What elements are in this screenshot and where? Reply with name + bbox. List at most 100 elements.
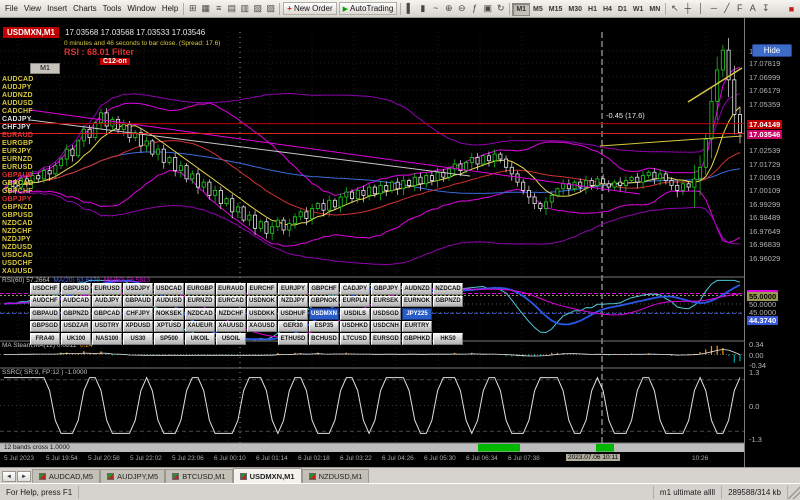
menu-insert[interactable]: Insert bbox=[44, 2, 70, 15]
line-chart-icon[interactable]: ~ bbox=[429, 1, 442, 15]
watchlist-item-eurnzd[interactable]: EURNZD bbox=[2, 156, 64, 164]
matrix-cell-cadjpy[interactable]: CADJPY bbox=[340, 283, 370, 295]
watchlist-item-eurusd[interactable]: EURUSD bbox=[2, 164, 64, 172]
strategy-tester-icon[interactable]: ▧ bbox=[264, 2, 277, 16]
timeframe-h1-button[interactable]: H1 bbox=[585, 4, 600, 15]
data-window-icon[interactable]: ▤ bbox=[225, 2, 238, 16]
horizontal-line-icon[interactable]: ─ bbox=[707, 1, 720, 15]
cursor-icon[interactable]: ↖ bbox=[668, 2, 681, 16]
tabs-scroll-right[interactable]: ► bbox=[17, 471, 31, 482]
watchlist-item-euraud[interactable]: EURAUD bbox=[2, 132, 64, 140]
matrix-cell-xaueur[interactable]: XAUEUR bbox=[185, 321, 215, 333]
matrix-cell-eurgbp[interactable]: EURGBP bbox=[185, 283, 215, 295]
matrix-cell-eursgd[interactable]: EURSGD bbox=[371, 333, 401, 345]
chart-tab-audjpy-m5[interactable]: AUDJPY,M5 bbox=[100, 469, 165, 483]
matrix-cell-nzdcad[interactable]: NZDCAD bbox=[185, 308, 215, 320]
alert-icon[interactable]: ■ bbox=[785, 2, 798, 16]
matrix-cell-usdmxn[interactable]: USDMXN bbox=[309, 308, 339, 320]
chart-tab-nzdusd-m1[interactable]: NZDUSD,M1 bbox=[302, 469, 370, 483]
matrix-cell-ethusd[interactable]: ETHUSD bbox=[278, 333, 308, 345]
menu-view[interactable]: View bbox=[21, 2, 44, 15]
watchlist-item-gbpusd[interactable]: GBPUSD bbox=[2, 212, 64, 220]
terminal-icon[interactable]: ▨ bbox=[251, 2, 264, 16]
matrix-cell-esp35[interactable]: ESP35 bbox=[309, 321, 339, 333]
matrix-cell-gbpnok[interactable]: GBPNOK bbox=[309, 296, 339, 308]
matrix-cell-xagusd[interactable]: XAGUSD bbox=[247, 321, 277, 333]
new-order-button[interactable]: +New Order bbox=[283, 2, 336, 15]
matrix-cell-nzdjpy[interactable]: NZDJPY bbox=[278, 296, 308, 308]
matrix-cell-eurnok[interactable]: EURNOK bbox=[402, 296, 432, 308]
watchlist-item-audusd[interactable]: AUDUSD bbox=[2, 100, 64, 108]
matrix-cell-usdchf[interactable]: USDCHF bbox=[30, 283, 60, 295]
watchlist-item-nzdusd[interactable]: NZDUSD bbox=[2, 244, 64, 252]
matrix-cell-usdjpy[interactable]: USDJPY bbox=[123, 283, 153, 295]
matrix-cell-ger30[interactable]: GER30 bbox=[278, 321, 308, 333]
watchlist-item-eurgbp[interactable]: EURGBP bbox=[2, 140, 64, 148]
matrix-cell-audchf[interactable]: AUDCHF bbox=[30, 296, 60, 308]
auto-scroll-icon[interactable]: ↻ bbox=[494, 2, 507, 16]
watchlist-item-gbpchf[interactable]: GBPCHF bbox=[2, 188, 64, 196]
indicators-icon[interactable]: ƒ bbox=[468, 1, 481, 15]
matrix-cell-audnzd[interactable]: AUDNZD bbox=[402, 283, 432, 295]
matrix-cell-gbpcad[interactable]: GBPCAD bbox=[92, 308, 122, 320]
matrix-cell-eurpln[interactable]: EURPLN bbox=[340, 296, 370, 308]
matrix-cell-gbpnzd[interactable]: GBPNZD bbox=[61, 308, 91, 320]
timeframe-m15-button[interactable]: M15 bbox=[546, 4, 566, 15]
chart-tab-usdmxn-m1[interactable]: USDMXN,M1 bbox=[233, 468, 302, 483]
matrix-cell-eurjpy[interactable]: EURJPY bbox=[278, 283, 308, 295]
matrix-cell-usdcad[interactable]: USDCAD bbox=[154, 283, 184, 295]
matrix-cell-usdsgd[interactable]: USDSGD bbox=[371, 308, 401, 320]
matrix-cell-xptusd[interactable]: XPTUSD bbox=[154, 321, 184, 333]
matrix-cell-usdnok[interactable]: USDNOK bbox=[247, 296, 277, 308]
vertical-line-icon[interactable]: │ bbox=[694, 1, 707, 15]
matrix-cell-audusd[interactable]: AUDUSD bbox=[154, 296, 184, 308]
watchlist-item-audcad[interactable]: AUDCAD bbox=[2, 76, 64, 84]
chart-canvas[interactable] bbox=[0, 18, 744, 452]
text-label-icon[interactable]: A bbox=[746, 1, 759, 15]
timeframe-m1-button[interactable]: M1 bbox=[512, 3, 530, 16]
matrix-cell-sp500[interactable]: SP500 bbox=[154, 333, 184, 345]
hide-button[interactable]: Hide bbox=[752, 44, 792, 57]
matrix-cell-nzdchf[interactable]: NZDCHF bbox=[216, 308, 246, 320]
matrix-cell-euraud[interactable]: EURAUD bbox=[216, 283, 246, 295]
matrix-cell-gbpnzd[interactable]: GBPNZD bbox=[433, 296, 463, 308]
matrix-cell-usdhkd[interactable]: USDHKD bbox=[340, 321, 370, 333]
menu-tools[interactable]: Tools bbox=[100, 2, 125, 15]
watchlist-item-gbpcad[interactable]: GBPCAD bbox=[2, 180, 64, 188]
timeframe-w1-button[interactable]: W1 bbox=[630, 4, 647, 15]
matrix-cell-us30[interactable]: US30 bbox=[123, 333, 153, 345]
matrix-cell-gbpjpy[interactable]: GBPJPY bbox=[371, 283, 401, 295]
matrix-cell-eursek[interactable]: EURSEK bbox=[371, 296, 401, 308]
matrix-cell-eurtry[interactable]: EURTRY bbox=[402, 321, 432, 333]
timeframe-m30-button[interactable]: M30 bbox=[565, 4, 585, 15]
matrix-cell-eurchf[interactable]: EURCHF bbox=[247, 283, 277, 295]
matrix-cell-bchusd[interactable]: BCHUSD bbox=[309, 333, 339, 345]
menu-help[interactable]: Help bbox=[159, 2, 181, 15]
watchlist-item-cadchf[interactable]: CADCHF bbox=[2, 108, 64, 116]
matrix-cell-audjpy[interactable]: AUDJPY bbox=[92, 296, 122, 308]
matrix-cell-gbpchf[interactable]: GBPCHF bbox=[309, 283, 339, 295]
timeframe-d1-button[interactable]: D1 bbox=[615, 4, 630, 15]
zoom-in-icon[interactable]: ⊕ bbox=[442, 2, 455, 16]
matrix-cell-hk50[interactable]: HK50 bbox=[433, 333, 463, 345]
matrix-cell-fra40[interactable]: FRA40 bbox=[30, 333, 60, 345]
menu-file[interactable]: File bbox=[2, 2, 21, 15]
autotrading-button[interactable]: ▶AutoTrading bbox=[339, 2, 398, 15]
matrix-cell-noksek[interactable]: NOKSEK bbox=[154, 308, 184, 320]
time-axis[interactable]: 5 Jul 20235 Jul 19:545 Jul 20:585 Jul 22… bbox=[0, 452, 744, 467]
timeframe-mn-button[interactable]: MN bbox=[646, 4, 663, 15]
matrix-cell-nzdcad[interactable]: NZDCAD bbox=[433, 283, 463, 295]
watchlist-item-usdcad[interactable]: USDCAD bbox=[2, 252, 64, 260]
watchlist-item-cadjpy[interactable]: CADJPY bbox=[2, 116, 64, 124]
matrix-cell-audcad[interactable]: AUDCAD bbox=[61, 296, 91, 308]
market-watch-icon[interactable]: ≡ bbox=[212, 1, 225, 15]
matrix-cell-usdhuf[interactable]: USDHUF bbox=[278, 308, 308, 320]
price-axis[interactable]: 17.0855917.0781917.0699917.0617917.05359… bbox=[744, 18, 800, 467]
matrix-cell-eurnzd[interactable]: EURNZD bbox=[185, 296, 215, 308]
matrix-cell-gbpaud[interactable]: GBPAUD bbox=[30, 308, 60, 320]
matrix-cell-usoil[interactable]: USOIL bbox=[216, 333, 246, 345]
watchlist-item-audnzd[interactable]: AUDNZD bbox=[2, 92, 64, 100]
matrix-cell-gbphkd[interactable]: GBPHKD bbox=[402, 333, 432, 345]
matrix-cell-usdcnh[interactable]: USDCNH bbox=[371, 321, 401, 333]
matrix-cell-usdils[interactable]: USDILS bbox=[340, 308, 370, 320]
